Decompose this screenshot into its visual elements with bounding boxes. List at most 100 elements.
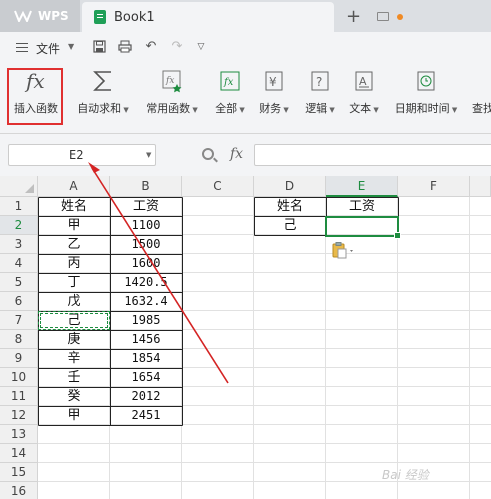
name-box-chevron-icon[interactable]: ▼ bbox=[146, 151, 151, 159]
cell-b12[interactable]: 2451 bbox=[110, 406, 182, 425]
cell-a5[interactable]: 丁 bbox=[38, 273, 110, 292]
file-menu[interactable]: 文件 bbox=[36, 40, 60, 57]
save-icon[interactable] bbox=[92, 40, 106, 54]
customize-toolbar-icon[interactable]: ▽ bbox=[194, 40, 208, 54]
column-header-c[interactable]: C bbox=[182, 176, 254, 197]
fx-box-icon: fx bbox=[217, 66, 243, 96]
cell-b6[interactable]: 1632.4 bbox=[110, 292, 182, 311]
monitor-icon[interactable] bbox=[377, 12, 389, 21]
financial-functions-button[interactable]: ¥ 财务 ▼ bbox=[256, 66, 292, 126]
row-header-13[interactable]: 13 bbox=[0, 425, 38, 444]
lookup-icon bbox=[472, 66, 491, 96]
print-icon[interactable] bbox=[118, 40, 132, 54]
cell-b5[interactable]: 1420.5 bbox=[110, 273, 182, 292]
cell-b3[interactable]: 1500 bbox=[110, 235, 182, 254]
cell-b1[interactable]: 工资 bbox=[110, 197, 182, 216]
sigma-icon bbox=[90, 66, 116, 96]
date-time-functions-button[interactable]: 日期和时间 ▼ bbox=[392, 66, 460, 126]
select-all-corner[interactable] bbox=[0, 176, 38, 197]
cell-a8[interactable]: 庚 bbox=[38, 330, 110, 349]
svg-text:fx: fx bbox=[223, 77, 234, 88]
cell-b11[interactable]: 2012 bbox=[110, 387, 182, 406]
column-header-b[interactable]: B bbox=[110, 176, 182, 197]
row-header-4[interactable]: 4 bbox=[0, 254, 38, 273]
chevron-down-icon[interactable]: ▼ bbox=[68, 42, 74, 51]
undo-icon[interactable]: ↶ bbox=[144, 40, 158, 54]
column-header-a[interactable]: A bbox=[38, 176, 110, 197]
column-header-d[interactable]: D bbox=[254, 176, 326, 197]
hamburger-menu-icon[interactable] bbox=[16, 43, 28, 52]
title-bar: WPS Book1 + bbox=[0, 0, 491, 32]
cell-a10[interactable]: 壬 bbox=[38, 368, 110, 387]
row-header-10[interactable]: 10 bbox=[0, 368, 38, 387]
cell-a6[interactable]: 戊 bbox=[38, 292, 110, 311]
cell-d1[interactable]: 姓名 bbox=[254, 197, 326, 216]
cell-a12[interactable]: 甲 bbox=[38, 406, 110, 425]
text-a-icon: A bbox=[351, 66, 377, 96]
text-functions-button[interactable]: A 文本 ▼ bbox=[346, 66, 382, 126]
row-header-3[interactable]: 3 bbox=[0, 235, 38, 254]
common-functions-label: 常用函数 bbox=[146, 102, 191, 115]
lookup-functions-button[interactable]: 查找 bbox=[472, 66, 491, 126]
cell-a9[interactable]: 辛 bbox=[38, 349, 110, 368]
row-header-11[interactable]: 11 bbox=[0, 387, 38, 406]
row-header-9[interactable]: 9 bbox=[0, 349, 38, 368]
row-header-6[interactable]: 6 bbox=[0, 292, 38, 311]
row-header-7[interactable]: 7 bbox=[0, 311, 38, 330]
financial-label: 财务 bbox=[259, 102, 282, 115]
question-icon: ? bbox=[307, 66, 333, 96]
spreadsheet-icon bbox=[94, 10, 106, 24]
column-header-g[interactable] bbox=[470, 176, 491, 197]
cell-a2[interactable]: 甲 bbox=[38, 216, 110, 235]
insert-function-highlight bbox=[7, 68, 63, 125]
formula-input[interactable] bbox=[254, 144, 491, 166]
row-header-1[interactable]: 1 bbox=[0, 197, 38, 216]
redo-icon[interactable]: ↷ bbox=[170, 40, 184, 54]
cell-a1[interactable]: 姓名 bbox=[38, 197, 110, 216]
watermark: Bai 经验 bbox=[382, 468, 429, 482]
row-header-15[interactable]: 15 bbox=[0, 463, 38, 482]
cell-a4[interactable]: 丙 bbox=[38, 254, 110, 273]
document-tab-label: Book1 bbox=[114, 9, 155, 25]
logical-functions-button[interactable]: ? 逻辑 ▼ bbox=[302, 66, 338, 126]
row-header-2[interactable]: 2 bbox=[0, 216, 38, 235]
name-box[interactable]: E2 bbox=[8, 144, 156, 166]
auto-sum-button[interactable]: 自动求和 ▼ bbox=[74, 66, 132, 126]
document-tab[interactable]: Book1 bbox=[82, 2, 403, 32]
cell-b2[interactable]: 1100 bbox=[110, 216, 182, 235]
cell-b4[interactable]: 1600 bbox=[110, 254, 182, 273]
all-functions-button[interactable]: fx 全部 ▼ bbox=[212, 66, 248, 126]
date-time-label: 日期和时间 bbox=[394, 102, 450, 115]
active-cell-e2[interactable] bbox=[325, 216, 401, 239]
cell-d2[interactable]: 己 bbox=[254, 216, 326, 235]
cell-a11[interactable]: 癸 bbox=[38, 387, 110, 406]
column-header-e[interactable]: E bbox=[326, 176, 398, 197]
row-header-5[interactable]: 5 bbox=[0, 273, 38, 292]
common-functions-button[interactable]: fx 常用函数 ▼ bbox=[142, 66, 202, 126]
cell-b7[interactable]: 1985 bbox=[110, 311, 182, 330]
yen-icon: ¥ bbox=[261, 66, 287, 96]
row-header-14[interactable]: 14 bbox=[0, 444, 38, 463]
cell-b9[interactable]: 1854 bbox=[110, 349, 182, 368]
row-header-8[interactable]: 8 bbox=[0, 330, 38, 349]
row-header-12[interactable]: 12 bbox=[0, 406, 38, 425]
auto-sum-label: 自动求和 bbox=[77, 102, 122, 115]
formula-ribbon: fx 插入函数 自动求和 ▼ fx 常用函数 ▼ fx 全部 ▼ ¥ 财务 ▼ … bbox=[0, 62, 491, 134]
cell-e1[interactable]: 工资 bbox=[326, 197, 398, 216]
column-header-f[interactable]: F bbox=[398, 176, 470, 197]
svg-text:?: ? bbox=[316, 75, 322, 89]
text-label: 文本 bbox=[349, 102, 372, 115]
cell-b8[interactable]: 1456 bbox=[110, 330, 182, 349]
row-header-16[interactable]: 16 bbox=[0, 482, 38, 499]
formula-fx-icon[interactable]: fx bbox=[230, 146, 243, 162]
wps-home-tab[interactable]: WPS bbox=[0, 0, 80, 32]
new-tab-plus-icon[interactable]: + bbox=[346, 6, 361, 27]
cell-b10[interactable]: 1654 bbox=[110, 368, 182, 387]
menu-bar: 文件 ▼ ↶ ↷ ▽ bbox=[0, 32, 491, 62]
logical-label: 逻辑 bbox=[305, 102, 328, 115]
zoom-icon[interactable] bbox=[202, 148, 214, 160]
svg-text:¥: ¥ bbox=[269, 75, 277, 89]
paste-options-icon[interactable] bbox=[331, 242, 357, 263]
cell-a3[interactable]: 乙 bbox=[38, 235, 110, 254]
spreadsheet-grid: A B C D E F 1 2 3 4 5 6 7 8 9 10 11 12 13 14 15 16 bbox=[0, 176, 491, 499]
